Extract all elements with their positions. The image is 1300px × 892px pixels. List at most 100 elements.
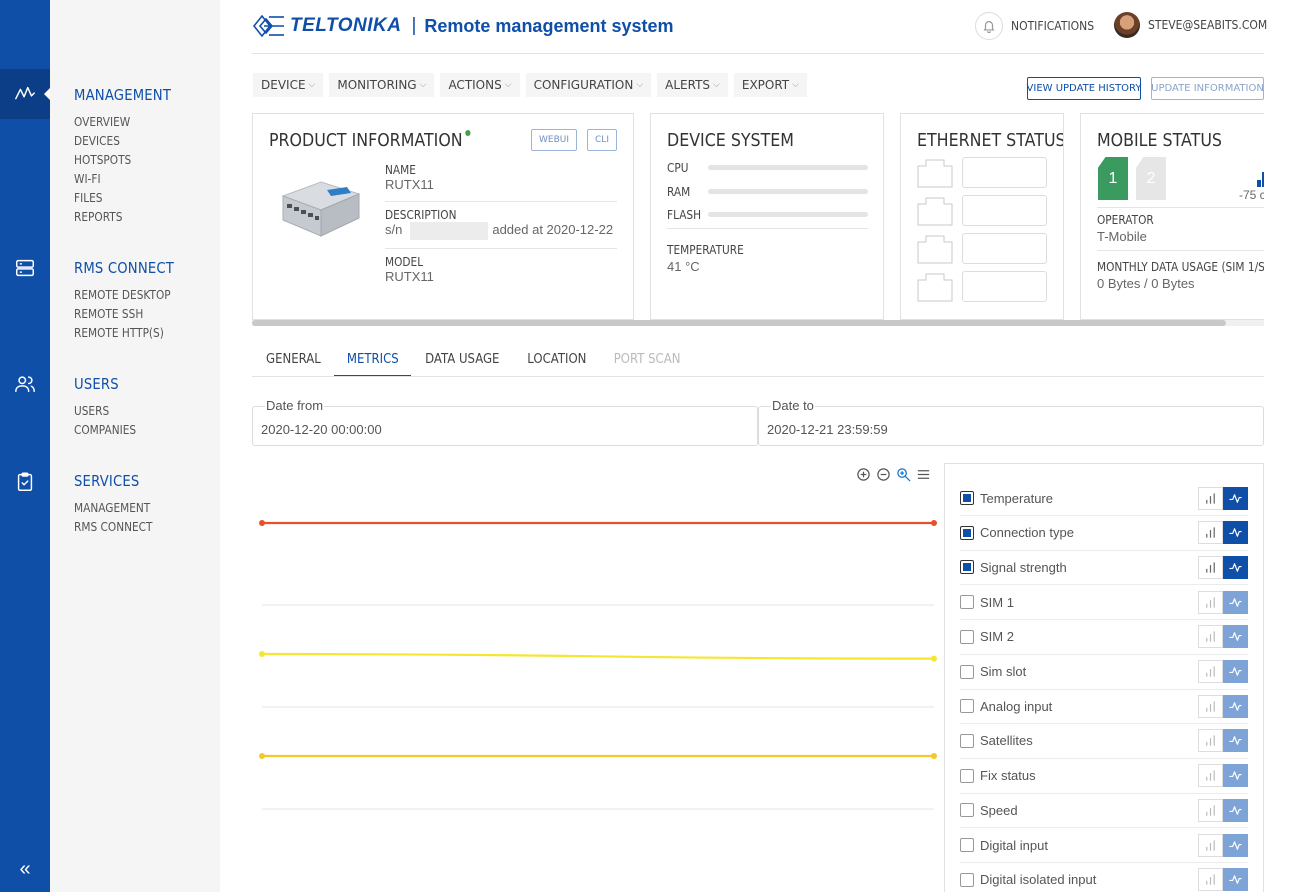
legend-label[interactable]: Speed bbox=[980, 803, 1198, 818]
date-to-value[interactable]: 2020-12-21 23:59:59 bbox=[767, 422, 888, 437]
activity-icon[interactable] bbox=[0, 69, 50, 119]
date-from-value[interactable]: 2020-12-20 00:00:00 bbox=[261, 422, 382, 437]
bar-chart-icon[interactable] bbox=[1198, 694, 1223, 718]
legend-item[interactable]: Digital input bbox=[960, 828, 1248, 863]
user-email[interactable]: STEVE@SEABITS.COM bbox=[1148, 18, 1267, 32]
legend-item[interactable]: Analog input bbox=[960, 689, 1248, 725]
sidebar-item-hotspots[interactable]: HOTSPOTS bbox=[74, 151, 171, 170]
legend-item[interactable]: Signal strength bbox=[960, 550, 1248, 586]
legend-label[interactable]: Digital input bbox=[980, 838, 1198, 853]
bell-icon[interactable] bbox=[975, 12, 1003, 40]
line-chart-icon[interactable] bbox=[1223, 764, 1248, 788]
sidebar-item-services-management[interactable]: MANAGEMENT bbox=[74, 499, 152, 518]
nav-heading-rms-connect[interactable]: RMS CONNECT bbox=[74, 259, 174, 286]
tab-port-scan[interactable]: PORT SCAN bbox=[600, 346, 694, 377]
cli-button[interactable]: CLI bbox=[587, 129, 617, 151]
line-chart-icon[interactable] bbox=[1223, 625, 1248, 649]
legend-checkbox[interactable] bbox=[960, 629, 974, 644]
tab-metrics[interactable]: METRICS bbox=[333, 346, 412, 377]
legend-item[interactable]: SIM 2 bbox=[960, 620, 1248, 655]
legend-checkbox[interactable] bbox=[960, 733, 974, 748]
sidebar-item-overview[interactable]: OVERVIEW bbox=[74, 113, 171, 132]
legend-label[interactable]: SIM 1 bbox=[980, 595, 1198, 610]
user-menu[interactable]: STEVE@SEABITS.COM bbox=[1114, 12, 1280, 38]
webui-button[interactable]: WEBUI bbox=[531, 129, 577, 151]
legend-label[interactable]: Fix status bbox=[980, 768, 1198, 783]
line-chart-icon[interactable] bbox=[1223, 486, 1248, 510]
legend-item[interactable]: Digital isolated input bbox=[960, 863, 1248, 892]
bar-chart-icon[interactable] bbox=[1198, 729, 1223, 753]
legend-checkbox[interactable] bbox=[960, 838, 974, 852]
zoom-out-icon[interactable] bbox=[875, 466, 891, 482]
server-icon[interactable] bbox=[0, 243, 50, 293]
legend-label[interactable]: Signal strength bbox=[980, 560, 1198, 575]
line-chart-icon[interactable] bbox=[1223, 660, 1248, 683]
data-point[interactable] bbox=[931, 655, 937, 662]
legend-checkbox[interactable] bbox=[960, 664, 974, 679]
menu-monitoring[interactable]: MONITORING ⌵ bbox=[329, 73, 435, 97]
cards-scrollbar-thumb[interactable] bbox=[252, 320, 1226, 326]
bar-chart-icon[interactable] bbox=[1198, 521, 1223, 545]
legend-checkbox[interactable] bbox=[960, 803, 974, 818]
legend-label[interactable]: Temperature bbox=[980, 491, 1198, 506]
legend-label[interactable]: Sim slot bbox=[980, 664, 1198, 679]
sidebar-item-files[interactable]: FILES bbox=[74, 189, 171, 208]
notifications-label[interactable]: NOTIFICATIONS bbox=[1011, 19, 1094, 33]
bar-chart-icon[interactable] bbox=[1198, 764, 1223, 788]
legend-item[interactable]: Temperature bbox=[960, 481, 1248, 516]
line-chart-icon[interactable] bbox=[1223, 868, 1248, 892]
legend-item[interactable]: SIM 1 bbox=[960, 585, 1248, 621]
legend-label[interactable]: Digital isolated input bbox=[980, 872, 1198, 887]
line-chart-icon[interactable] bbox=[1223, 833, 1248, 857]
users-icon[interactable] bbox=[0, 359, 50, 409]
data-point[interactable] bbox=[931, 753, 937, 759]
legend-item[interactable]: Connection type bbox=[960, 516, 1248, 551]
bar-chart-icon[interactable] bbox=[1198, 486, 1223, 510]
line-chart-icon[interactable] bbox=[1223, 798, 1248, 822]
metrics-chart[interactable] bbox=[252, 485, 942, 825]
sidebar-item-users[interactable]: USERS bbox=[74, 402, 136, 421]
bar-chart-icon[interactable] bbox=[1198, 590, 1223, 614]
line-chart-icon[interactable] bbox=[1223, 521, 1248, 545]
line-chart-icon[interactable] bbox=[1223, 694, 1248, 718]
sidebar-item-remote-desktop[interactable]: REMOTE DESKTOP bbox=[74, 286, 174, 305]
legend-label[interactable]: Analog input bbox=[980, 699, 1198, 714]
view-update-history-button[interactable]: VIEW UPDATE HISTORY bbox=[1027, 77, 1141, 100]
menu-actions[interactable]: ACTIONS ⌵ bbox=[440, 73, 520, 97]
bar-chart-icon[interactable] bbox=[1198, 798, 1223, 822]
sidebar-item-wifi[interactable]: WI-FI bbox=[74, 170, 171, 189]
legend-checkbox[interactable] bbox=[960, 699, 974, 714]
update-information-button[interactable]: UPDATE INFORMATION bbox=[1151, 77, 1264, 100]
sidebar-item-reports[interactable]: REPORTS bbox=[74, 208, 171, 227]
menu-device[interactable]: DEVICE ⌵ bbox=[253, 73, 324, 97]
sim2-card-icon[interactable]: 2 bbox=[1136, 157, 1166, 200]
legend-checkbox[interactable] bbox=[960, 525, 974, 540]
clipboard-check-icon[interactable] bbox=[0, 457, 50, 507]
nav-heading-management[interactable]: MANAGEMENT bbox=[74, 86, 171, 113]
legend-checkbox[interactable] bbox=[960, 595, 974, 610]
legend-checkbox[interactable] bbox=[960, 491, 974, 505]
sidebar-item-remote-ssh[interactable]: REMOTE SSH bbox=[74, 305, 174, 324]
app-logo[interactable]: TELTONIKA | Remote management system bbox=[252, 13, 674, 39]
notifications[interactable]: NOTIFICATIONS bbox=[975, 12, 1103, 40]
data-point[interactable] bbox=[259, 651, 265, 657]
bar-chart-icon[interactable] bbox=[1198, 625, 1223, 649]
line-chart-icon[interactable] bbox=[1223, 590, 1248, 614]
menu-configuration[interactable]: CONFIGURATION ⌵ bbox=[525, 73, 652, 97]
tab-location[interactable]: LOCATION bbox=[514, 346, 600, 377]
collapse-sidebar-icon[interactable]: « bbox=[0, 854, 50, 884]
legend-label[interactable]: Satellites bbox=[980, 733, 1198, 748]
legend-item[interactable]: Satellites bbox=[960, 724, 1248, 759]
legend-item[interactable]: Speed bbox=[960, 793, 1248, 829]
chart-menu-icon[interactable] bbox=[915, 466, 931, 482]
date-from-field[interactable]: Date from 2020-12-20 00:00:00 bbox=[252, 398, 758, 446]
tab-general[interactable]: GENERAL bbox=[253, 346, 334, 377]
tab-data-usage[interactable]: DATA USAGE bbox=[411, 346, 514, 377]
date-to-field[interactable]: Date to 2020-12-21 23:59:59 bbox=[758, 398, 1264, 446]
data-point[interactable] bbox=[931, 520, 937, 526]
sidebar-item-services-rms-connect[interactable]: RMS CONNECT bbox=[74, 518, 152, 537]
avatar[interactable] bbox=[1114, 12, 1140, 38]
legend-item[interactable]: Fix status bbox=[960, 759, 1248, 794]
line-chart-icon[interactable] bbox=[1223, 555, 1248, 579]
nav-heading-users[interactable]: USERS bbox=[74, 375, 136, 402]
